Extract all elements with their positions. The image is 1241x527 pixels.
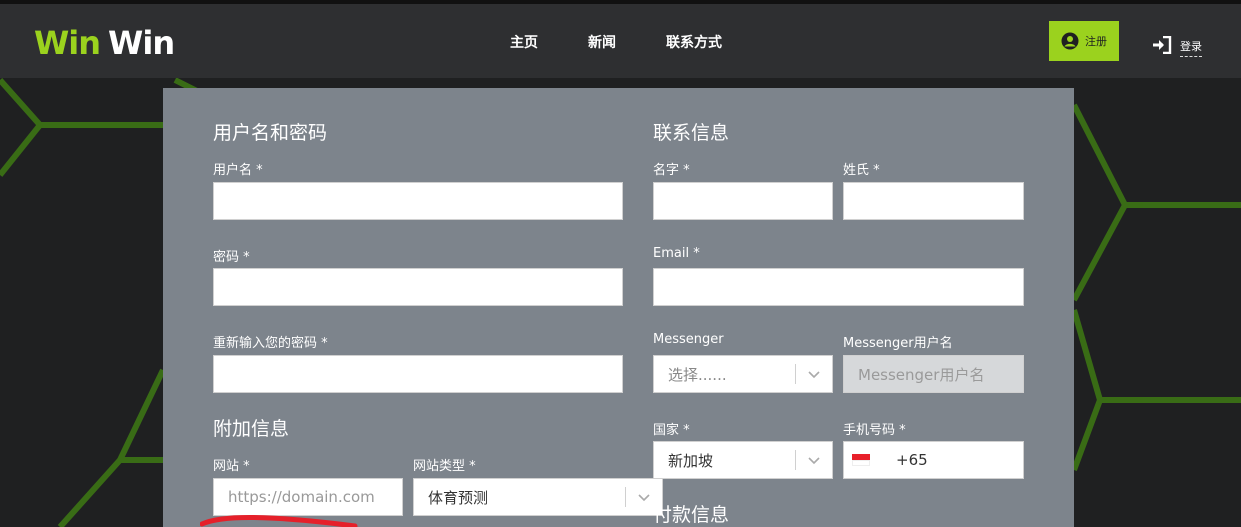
password-input[interactable]	[213, 268, 623, 306]
email-label: Email *	[653, 246, 700, 261]
messenger-username-label: Messenger用户名	[843, 336, 953, 351]
register-label: 注册	[1085, 35, 1107, 48]
winwin-logo[interactable]: Win Win	[34, 24, 175, 62]
messenger-label: Messenger	[653, 332, 724, 347]
register-button[interactable]: 注册	[1049, 21, 1119, 61]
phone-label: 手机号码 *	[843, 423, 906, 438]
section-title-additional: 附加信息	[213, 418, 290, 440]
sign-in-icon	[1153, 35, 1172, 54]
messenger-select[interactable]: 选择......	[653, 355, 833, 393]
username-label: 用户名 *	[213, 163, 263, 178]
messenger-value: 选择......	[668, 365, 727, 384]
logo-part-2: Win	[108, 24, 175, 62]
site-type-select[interactable]: 体育预测	[413, 478, 663, 516]
country-value: 新加坡	[668, 451, 714, 470]
last-name-input[interactable]	[843, 182, 1024, 220]
section-title-credentials: 用户名和密码	[213, 122, 328, 144]
confirm-password-label: 重新输入您的密码 *	[213, 336, 328, 351]
confirm-password-input[interactable]	[213, 355, 623, 393]
section-title-contact: 联系信息	[653, 122, 730, 144]
site-header: Win Win 主页 新闻 联系方式 注册 登录	[0, 4, 1241, 78]
country-select[interactable]: 新加坡	[653, 441, 833, 479]
site-type-label: 网站类型 *	[413, 459, 476, 474]
select-separator	[625, 487, 626, 507]
chevron-down-icon	[808, 371, 820, 379]
messenger-username-input: Messenger用户名	[843, 355, 1024, 393]
first-name-label: 名字 *	[653, 163, 690, 178]
phone-country-code: +65	[896, 451, 928, 469]
login-link[interactable]: 登录	[1152, 32, 1202, 57]
email-input[interactable]	[653, 268, 1024, 306]
section-title-payment: 付款信息	[653, 504, 730, 526]
password-label: 密码 *	[213, 250, 250, 265]
first-name-input[interactable]	[653, 182, 833, 220]
last-name-label: 姓氏 *	[843, 163, 880, 178]
nav-news[interactable]: 新闻	[588, 32, 616, 52]
select-separator	[795, 364, 796, 384]
chevron-down-icon	[638, 494, 650, 502]
country-label: 国家 *	[653, 423, 690, 438]
logo-part-1: Win	[34, 24, 101, 62]
phone-input[interactable]: +65	[843, 441, 1024, 479]
user-icon	[1061, 32, 1079, 50]
username-input[interactable]	[213, 182, 623, 220]
site-type-value: 体育预测	[428, 488, 489, 507]
chevron-down-icon	[808, 457, 820, 465]
nav-home[interactable]: 主页	[510, 32, 538, 52]
login-label: 登录	[1180, 38, 1202, 57]
red-annotation-mark	[200, 515, 358, 527]
select-separator	[795, 450, 796, 470]
nav-contact[interactable]: 联系方式	[666, 32, 722, 52]
singapore-flag-icon[interactable]	[852, 454, 870, 466]
website-label: 网站 *	[213, 459, 250, 474]
